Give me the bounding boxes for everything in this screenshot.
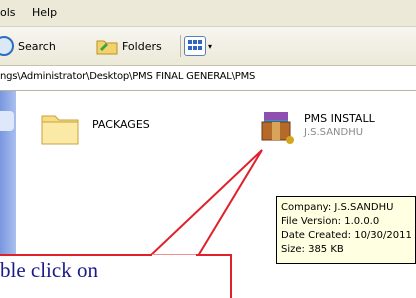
callout-text: ble click on [0, 258, 98, 282]
callout-pointer-mask [152, 254, 196, 258]
